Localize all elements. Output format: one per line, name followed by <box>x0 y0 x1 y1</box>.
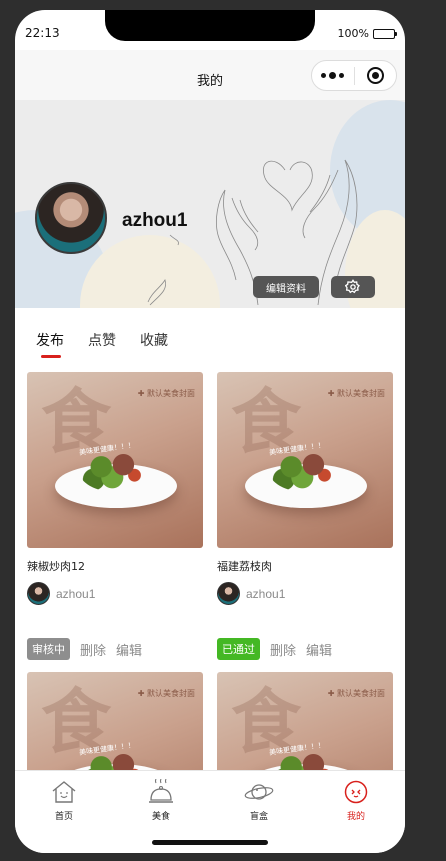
author-name: azhou1 <box>56 586 96 601</box>
thumbnail-tag: ✚ 默认美食封面 <box>327 689 385 698</box>
profile-header: azhou1 编辑资料 <box>15 100 405 308</box>
tabbar-label: 我的 <box>346 812 365 822</box>
avatar[interactable] <box>35 182 107 254</box>
post-card[interactable]: 食 ✚ 默认美食封面 美味更健康！！！ 辣椒炒肉12 azhou1 <box>27 372 203 605</box>
cloche-icon <box>126 779 196 805</box>
phone-screen: 22:13 100% 我的 azhou1 编辑资料 发布 点赞 收藏 食 ✚ 默… <box>15 10 405 853</box>
gear-icon <box>345 279 360 294</box>
profile-icon <box>321 779 391 805</box>
more-dots-icon[interactable] <box>312 61 354 90</box>
tab-publish[interactable]: 发布 <box>36 330 64 350</box>
tabbar-item-blindbox[interactable]: 盲盒 <box>224 779 294 822</box>
post-author: azhou1 <box>217 582 393 605</box>
home-icon <box>29 779 99 805</box>
post-card[interactable]: 食 ✚ 默认美食封面 美味更健康！！！ 福建荔枝肉 azhou1 <box>217 372 393 605</box>
post-title: 辣椒炒肉12 <box>27 560 85 573</box>
edit-button[interactable]: 编辑 <box>306 640 332 659</box>
post-thumbnail[interactable]: 食 ✚ 默认美食封面 美味更健康！！！ <box>27 372 203 548</box>
author-name: azhou1 <box>246 586 286 601</box>
status-right: 100% <box>337 27 397 40</box>
delete-button[interactable]: 删除 <box>270 640 296 659</box>
capsule-close-icon[interactable] <box>354 61 396 90</box>
tab-favorites[interactable]: 收藏 <box>140 330 168 350</box>
tabbar-item-food[interactable]: 美食 <box>126 779 196 822</box>
tabbar-item-home[interactable]: 首页 <box>29 779 99 822</box>
post-title: 福建荔枝肉 <box>217 560 272 573</box>
content-tabs: 发布 点赞 收藏 <box>15 308 405 363</box>
status-time: 22:13 <box>25 26 60 40</box>
post-thumbnail[interactable]: 食 ✚ 默认美食封面 美味更健康！！！ <box>217 372 393 548</box>
thumbnail-tag: ✚ 默认美食封面 <box>137 689 195 698</box>
tab-likes[interactable]: 点赞 <box>88 330 116 350</box>
post-author: azhou1 <box>27 582 203 605</box>
delete-button[interactable]: 删除 <box>80 640 106 659</box>
edit-profile-button[interactable]: 编辑资料 <box>253 276 319 298</box>
tabbar-label: 美食 <box>151 812 170 822</box>
mini-program-capsule <box>311 60 397 91</box>
tabbar-label: 盲盒 <box>249 812 268 822</box>
edit-button[interactable]: 编辑 <box>116 640 142 659</box>
author-avatar <box>217 582 240 605</box>
thumbnail-tag: ✚ 默认美食封面 <box>137 389 195 398</box>
status-badge-approved: 已通过 <box>217 638 260 660</box>
battery-percent: 100% <box>337 27 369 40</box>
thumbnail-tag: ✚ 默认美食封面 <box>327 389 385 398</box>
planet-icon <box>224 779 294 805</box>
tabbar-item-mine[interactable]: 我的 <box>321 779 391 822</box>
tabbar-label: 首页 <box>54 812 73 822</box>
author-avatar <box>27 582 50 605</box>
post-status-row: 已通过 删除 编辑 <box>217 638 332 660</box>
status-badge-pending: 审核中 <box>27 638 70 660</box>
settings-button[interactable] <box>331 276 375 298</box>
username: azhou1 <box>122 210 188 231</box>
post-status-row: 审核中 删除 编辑 <box>27 638 142 660</box>
home-indicator <box>152 840 268 845</box>
tab-active-indicator <box>41 355 61 358</box>
navbar: 我的 <box>15 50 405 100</box>
notch <box>105 10 315 41</box>
battery-icon <box>373 28 397 39</box>
